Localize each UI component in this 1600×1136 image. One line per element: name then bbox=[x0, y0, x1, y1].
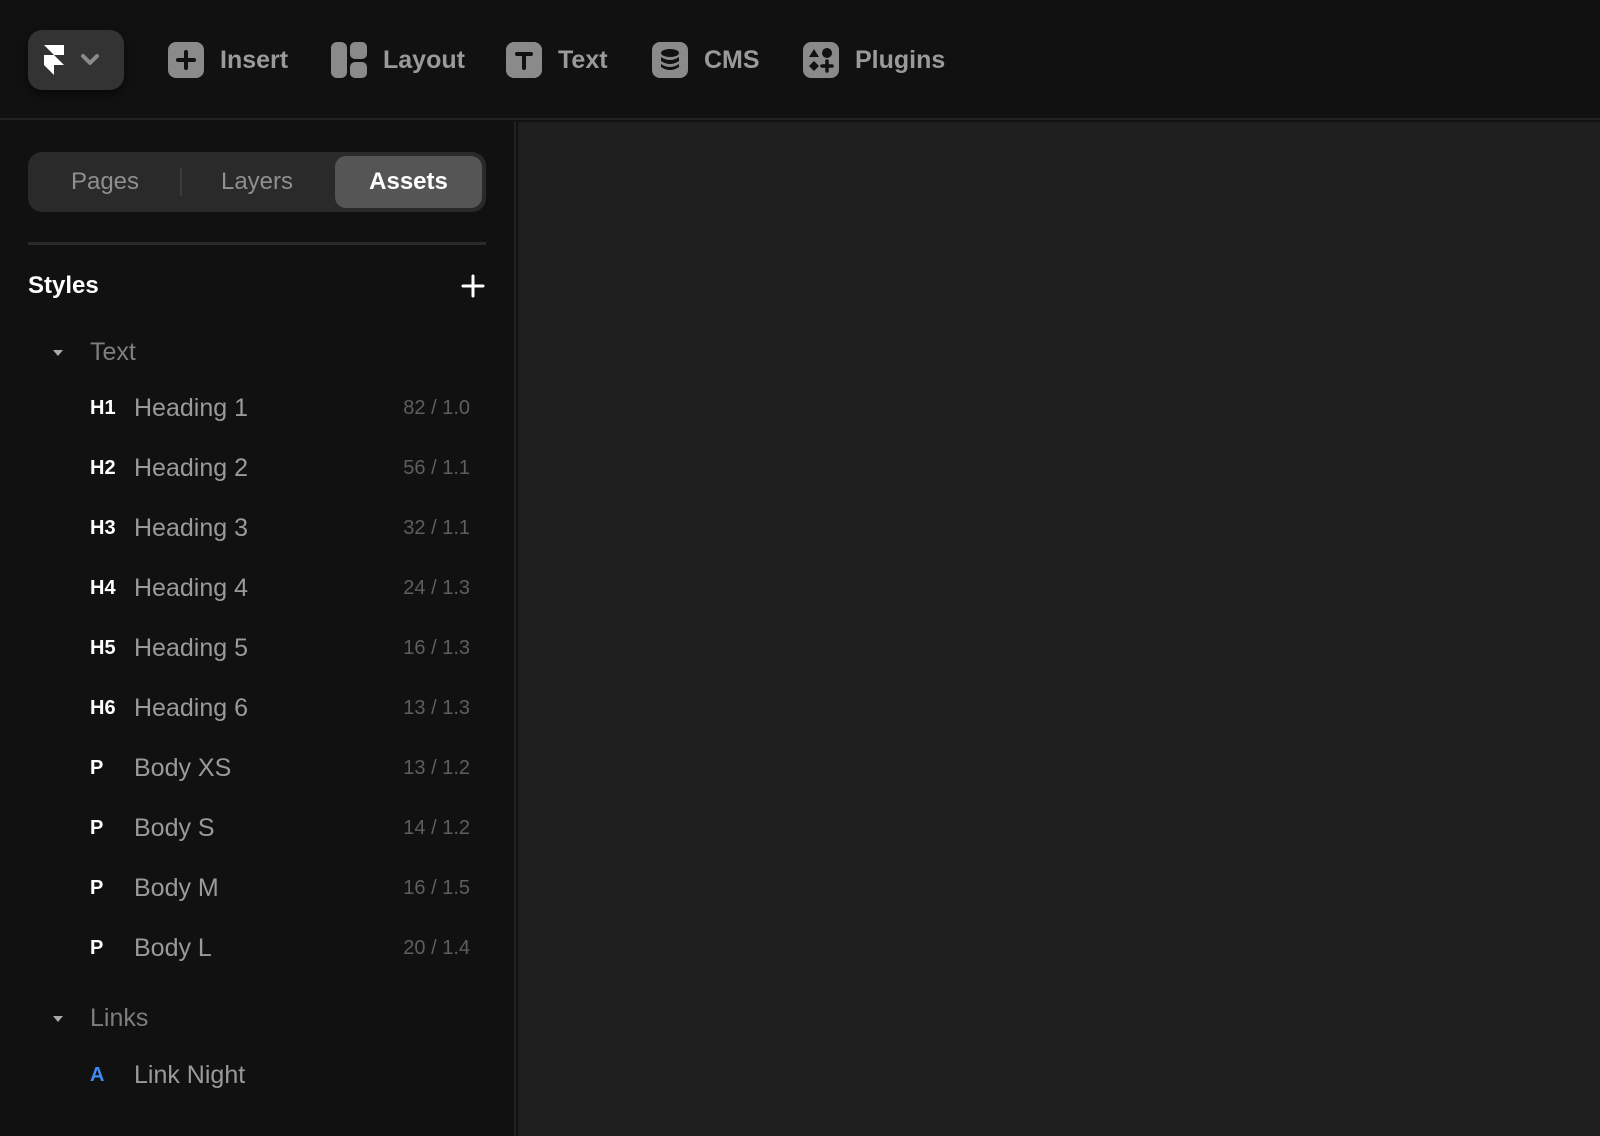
style-name: Body M bbox=[134, 873, 219, 902]
style-name: Heading 5 bbox=[134, 633, 248, 662]
style-name: Body S bbox=[134, 813, 215, 842]
text-T-icon bbox=[506, 42, 542, 78]
style-meta: 16 / 1.3 bbox=[403, 636, 470, 659]
caret-down-icon bbox=[52, 1013, 64, 1025]
style-name: Heading 6 bbox=[134, 693, 248, 722]
style-row[interactable]: P Body XS 13 / 1.2 bbox=[90, 746, 470, 790]
toolbar-plugins-label: Plugins bbox=[855, 45, 946, 74]
tab-pages[interactable]: Pages bbox=[32, 156, 178, 208]
layout-icon bbox=[331, 42, 367, 78]
shapes-icon bbox=[803, 42, 839, 78]
style-tag: H4 bbox=[90, 576, 116, 599]
toolbar-layout[interactable]: Layout bbox=[331, 40, 465, 80]
style-meta: 16 / 1.5 bbox=[403, 876, 470, 899]
style-tag: P bbox=[90, 876, 104, 899]
style-row[interactable]: H5 Heading 5 16 / 1.3 bbox=[90, 626, 470, 670]
style-tag: H1 bbox=[90, 396, 116, 419]
group-label: Links bbox=[90, 1004, 149, 1032]
section-title: Styles bbox=[28, 272, 99, 299]
caret-down-icon bbox=[52, 347, 64, 359]
database-icon bbox=[652, 42, 688, 78]
toolbar-insert[interactable]: Insert bbox=[168, 40, 288, 80]
tab-layers[interactable]: Layers bbox=[184, 156, 330, 208]
plus-square-icon bbox=[168, 42, 204, 78]
style-tag: P bbox=[90, 936, 104, 959]
style-tag: P bbox=[90, 756, 104, 779]
style-tag: H3 bbox=[90, 516, 116, 539]
style-meta: 82 / 1.0 bbox=[403, 396, 470, 419]
group-links[interactable]: Links bbox=[52, 1004, 148, 1033]
panel-tabs: Pages Layers Assets bbox=[28, 152, 486, 212]
style-name: Heading 1 bbox=[134, 393, 248, 422]
style-row[interactable]: A Link Night bbox=[90, 1053, 470, 1097]
design-canvas[interactable] bbox=[518, 122, 1600, 1136]
tab-assets[interactable]: Assets bbox=[335, 156, 482, 208]
style-meta: 24 / 1.3 bbox=[403, 576, 470, 599]
toolbar-cms-label: CMS bbox=[704, 45, 760, 74]
framer-logo-icon bbox=[44, 45, 66, 75]
style-meta: 32 / 1.1 bbox=[403, 516, 470, 539]
link-style-tag: A bbox=[90, 1063, 105, 1086]
group-label: Text bbox=[90, 338, 136, 366]
divider bbox=[28, 242, 486, 245]
project-menu-button[interactable] bbox=[28, 30, 124, 90]
chevron-down-icon bbox=[80, 53, 100, 67]
plus-icon bbox=[460, 274, 486, 303]
toolbar-text[interactable]: Text bbox=[506, 40, 608, 80]
top-toolbar: Insert Layout Text CMS Plugins bbox=[0, 0, 1600, 120]
group-text[interactable]: Text bbox=[52, 338, 136, 367]
add-style-button[interactable] bbox=[460, 273, 486, 299]
toolbar-text-label: Text bbox=[558, 45, 608, 74]
style-row[interactable]: H2 Heading 2 56 / 1.1 bbox=[90, 446, 470, 490]
style-name: Link Night bbox=[134, 1060, 246, 1089]
tab-divider bbox=[180, 168, 182, 196]
style-row[interactable]: H4 Heading 4 24 / 1.3 bbox=[90, 566, 470, 610]
style-tag: P bbox=[90, 816, 104, 839]
style-name: Body L bbox=[134, 933, 212, 962]
style-meta: 20 / 1.4 bbox=[403, 936, 470, 959]
toolbar-cms[interactable]: CMS bbox=[652, 40, 760, 80]
style-row[interactable]: H3 Heading 3 32 / 1.1 bbox=[90, 506, 470, 550]
style-row[interactable]: P Body M 16 / 1.5 bbox=[90, 866, 470, 910]
style-row[interactable]: P Body S 14 / 1.2 bbox=[90, 806, 470, 850]
style-name: Heading 2 bbox=[134, 453, 248, 482]
left-sidebar: Pages Layers Assets Styles Text H1 Headi… bbox=[0, 122, 516, 1136]
toolbar-plugins[interactable]: Plugins bbox=[803, 40, 945, 80]
style-row[interactable]: P Body L 20 / 1.4 bbox=[90, 926, 470, 970]
style-meta: 56 / 1.1 bbox=[403, 456, 470, 479]
toolbar-layout-label: Layout bbox=[383, 45, 465, 74]
style-meta: 14 / 1.2 bbox=[403, 816, 470, 839]
style-tag: H5 bbox=[90, 636, 116, 659]
style-meta: 13 / 1.2 bbox=[403, 756, 470, 779]
style-tag: H2 bbox=[90, 456, 116, 479]
style-row[interactable]: H1 Heading 1 82 / 1.0 bbox=[90, 386, 470, 430]
style-name: Heading 3 bbox=[134, 513, 248, 542]
toolbar-insert-label: Insert bbox=[220, 45, 289, 74]
style-row[interactable]: H6 Heading 6 13 / 1.3 bbox=[90, 686, 470, 730]
style-meta: 13 / 1.3 bbox=[403, 696, 470, 719]
style-tag: H6 bbox=[90, 696, 116, 719]
style-name: Heading 4 bbox=[134, 573, 248, 602]
style-name: Body XS bbox=[134, 753, 232, 782]
